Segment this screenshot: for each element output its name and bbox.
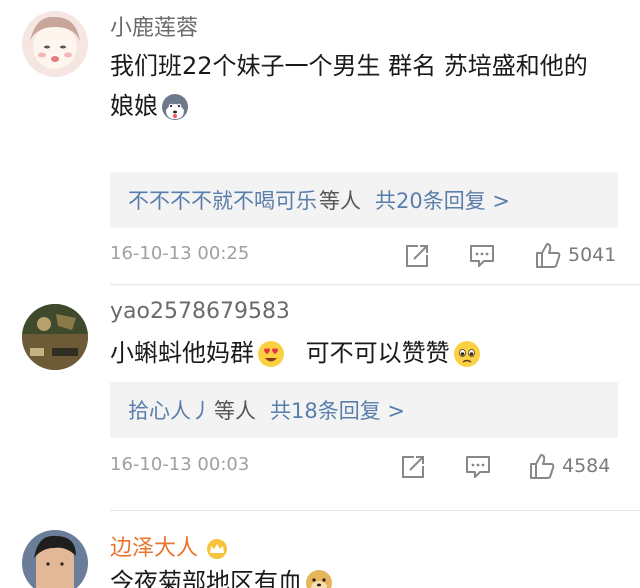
comment-text-line: 我们班22个妹子一个男生 群名 苏培盛和他的 (110, 52, 588, 80)
reply-summary[interactable]: 不不不不就不喝可乐 等人 共20条回复 > (110, 172, 618, 228)
username[interactable]: 小鹿莲蓉 (110, 10, 198, 42)
comment-text: 我们班22个妹子一个男生 群名 苏培盛和他的 娘娘 (110, 46, 630, 126)
reply-names[interactable]: 不不不不就不喝可乐 (128, 185, 317, 215)
avatar[interactable] (22, 11, 88, 77)
comment-time: 16-10-13 00:25 (110, 243, 250, 264)
comment-time: 16-10-13 00:03 (110, 454, 250, 475)
username[interactable]: yao2578679583 (110, 299, 290, 324)
husky-emoji-icon (162, 94, 188, 120)
crown-badge-icon (207, 539, 228, 559)
comment-text: 今夜菊部地区有血 (110, 562, 630, 588)
thumbs-up-icon (530, 454, 555, 479)
comment-icon[interactable] (463, 452, 493, 482)
like-count: 5041 (568, 244, 617, 266)
doge-emoji-icon (306, 570, 332, 588)
comment-text-part: 小蝌蚪他妈群 (110, 339, 254, 367)
share-icon[interactable] (398, 452, 428, 482)
username-text: 边泽大人 (110, 536, 199, 561)
like-button[interactable]: 4584 (528, 452, 610, 480)
comment-meta: 16-10-13 00:03 4584 (110, 452, 620, 482)
thumbs-up-icon (536, 243, 561, 268)
reply-names[interactable]: 拾心人丿 (128, 395, 212, 425)
avatar[interactable] (22, 530, 88, 588)
reply-summary[interactable]: 拾心人丿 等人 共18条回复 > (110, 382, 618, 438)
pleading-emoji-icon (453, 341, 480, 367)
share-icon[interactable] (402, 241, 432, 271)
heart-eyes-emoji-icon (258, 341, 284, 367)
reply-count-link[interactable]: 共20条回复 > (375, 185, 510, 215)
comment-text-line: 娘娘 (110, 92, 158, 120)
reply-etc: 等人 (214, 399, 256, 423)
avatar[interactable] (22, 304, 88, 370)
comment-text: 小蝌蚪他妈群 可不可以赞赞 (110, 333, 630, 373)
divider (110, 510, 640, 511)
divider (110, 284, 640, 285)
reply-count-link[interactable]: 共18条回复 > (270, 395, 405, 425)
comment-icon[interactable] (467, 241, 497, 271)
username[interactable]: 边泽大人 (110, 530, 230, 562)
like-count: 4584 (562, 455, 611, 477)
comment-meta: 16-10-13 00:25 5041 (110, 241, 620, 271)
comment-text-part: 可不可以赞赞 (305, 339, 450, 367)
comment-text-part: 今夜菊部地区有血 (110, 568, 302, 588)
reply-etc: 等人 (319, 189, 361, 213)
like-button[interactable]: 5041 (534, 241, 616, 269)
